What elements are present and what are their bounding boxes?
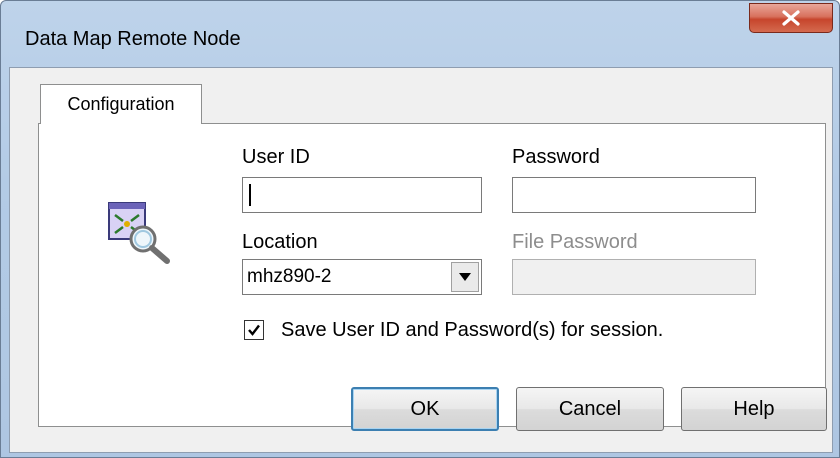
password-label: Password — [512, 146, 600, 168]
password-field[interactable] — [512, 177, 756, 213]
location-label: Location — [242, 231, 318, 253]
help-button[interactable]: Help — [681, 387, 827, 431]
location-dropdown-button[interactable] — [451, 262, 479, 292]
file-password-label: File Password — [512, 231, 638, 253]
save-credentials-checkbox[interactable] — [244, 320, 264, 340]
user-id-field[interactable] — [242, 177, 482, 213]
remote-node-magnifier-icon — [105, 201, 177, 265]
chevron-down-icon — [459, 273, 471, 281]
save-credentials-label[interactable]: Save User ID and Password(s) for session… — [281, 319, 663, 342]
window-title: Data Map Remote Node — [25, 28, 241, 50]
location-select[interactable]: mhz890-2 — [242, 259, 482, 295]
file-password-field — [512, 259, 756, 295]
close-icon — [782, 10, 800, 26]
ok-button[interactable]: OK — [351, 387, 499, 431]
user-id-label: User ID — [242, 146, 310, 168]
tab-configuration[interactable]: Configuration — [40, 84, 202, 124]
dialog-window: Data Map Remote Node Configuration User … — [0, 0, 840, 458]
text-caret — [249, 184, 251, 206]
close-button[interactable] — [749, 3, 833, 33]
location-selected-value: mhz890-2 — [247, 266, 332, 287]
cancel-button[interactable]: Cancel — [516, 387, 664, 431]
checkmark-icon — [248, 324, 260, 336]
